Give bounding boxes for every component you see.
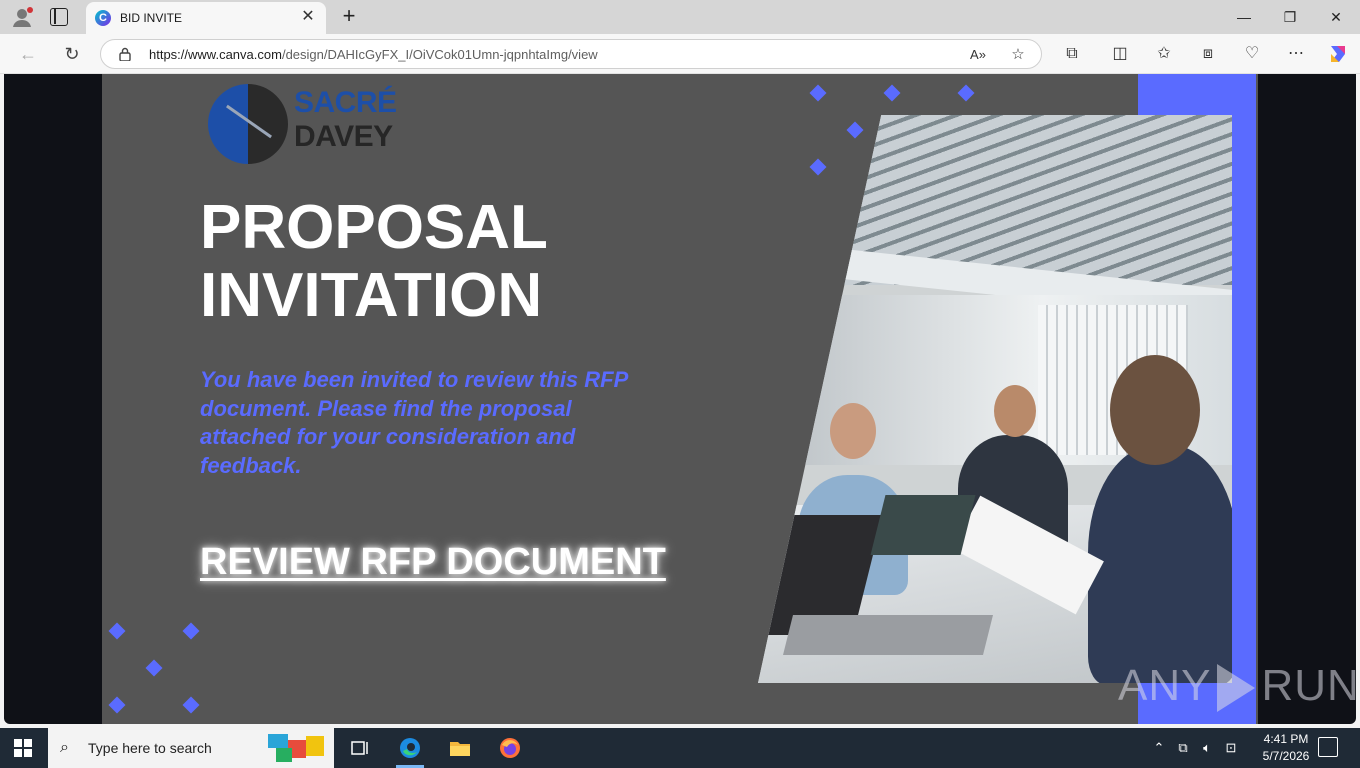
photo-person-right	[1088, 445, 1232, 683]
refresh-icon[interactable]: ↻	[60, 42, 84, 66]
close-tab-button[interactable]: ✕	[300, 8, 316, 26]
clock-time: 4:41 PM	[1263, 732, 1309, 746]
notification-icon[interactable]	[1318, 737, 1338, 757]
canva-slide: SACRÉ DAVEY PROPOSAL INVITATION You have…	[102, 74, 1258, 724]
edge-taskbar-button[interactable]	[386, 728, 434, 768]
file-explorer-button[interactable]	[436, 728, 484, 768]
page-title: PROPOSAL INVITATION	[200, 194, 760, 330]
review-rfp-link[interactable]: REVIEW RFP DOCUMENT	[200, 538, 666, 586]
browser-title-bar: C BID INVITE ✕ + — ❐ ✕	[0, 0, 1360, 34]
edge-icon	[400, 738, 420, 758]
firefox-taskbar-button[interactable]	[486, 728, 534, 768]
decor-diamond	[957, 84, 975, 102]
company-logo: SACRÉ DAVEY	[208, 84, 397, 166]
watermark-left: ANY	[1118, 661, 1212, 710]
read-aloud-icon[interactable]: A»	[967, 44, 989, 66]
decor-diamond	[108, 696, 126, 714]
invitation-text: You have been invited to review this RFP…	[200, 367, 628, 478]
system-clock[interactable]: 4:41 PM 5/7/2026	[1254, 731, 1318, 765]
tray-chevron-icon[interactable]: ⌃	[1150, 738, 1168, 758]
tab-title: BID INVITE	[120, 11, 183, 25]
clock-date: 5/7/2026	[1262, 749, 1310, 763]
profile-icon[interactable]	[10, 6, 34, 28]
favorites-icon[interactable]: ✩	[1152, 42, 1176, 66]
favorite-star-icon[interactable]: ☆	[1007, 44, 1029, 66]
canva-favicon-icon: C	[95, 10, 111, 26]
url-path: /design/DAHIcGyFX_I/OiVCok01Umn-jqpnhtaI…	[281, 47, 598, 62]
decor-diamond	[145, 659, 163, 677]
browser-essentials-icon[interactable]: ♡	[1240, 42, 1264, 66]
logo-emblem	[208, 84, 288, 164]
photo-laptop-keyboard	[783, 615, 993, 655]
url-text[interactable]: https://www.canva.com/design/DAHIcGyFX_I…	[149, 47, 598, 62]
split-screen-icon[interactable]: ◫	[1108, 42, 1132, 66]
search-placeholder: Type here to search	[88, 740, 212, 756]
photo-laptop-back	[870, 495, 976, 555]
windows-taskbar: ⌕ Type here to search ⌃ ⧉ 🔈︎ ⊡ 4:41 PM 5…	[0, 728, 1360, 768]
copilot-icon[interactable]	[1326, 42, 1350, 66]
folder-icon	[450, 742, 470, 756]
decor-diamond	[846, 121, 864, 139]
photo-person-right-head	[1110, 355, 1200, 465]
photo-person-middle-head	[994, 385, 1036, 437]
decor-diamond	[883, 84, 901, 102]
close-window-button[interactable]: ✕	[1324, 6, 1348, 28]
task-view-icon	[351, 741, 368, 755]
more-menu-icon[interactable]: ⋯	[1284, 42, 1308, 66]
minimize-button[interactable]: —	[1232, 6, 1256, 28]
tab-actions-icon[interactable]	[50, 8, 68, 26]
watermark-right: RUN	[1261, 661, 1356, 710]
windows-start-icon[interactable]	[14, 739, 32, 757]
url-host: https://www.canva.com	[149, 47, 282, 62]
title-line2: INVITATION	[200, 261, 543, 330]
decor-diamond	[108, 622, 126, 640]
network-drive-icon[interactable]: ⧉	[1174, 738, 1192, 758]
photo-person-left-head	[830, 403, 876, 459]
firefox-icon	[500, 738, 520, 758]
browser-toolbar: ← ↻ https://www.canva.com/design/DAHIcGy…	[0, 34, 1360, 74]
play-logo-icon	[1217, 664, 1256, 713]
photo-ceiling	[758, 115, 1232, 285]
address-bar[interactable]: https://www.canva.com/design/DAHIcGyFX_I…	[100, 39, 1042, 69]
back-arrow-icon[interactable]: ←	[16, 42, 40, 66]
extensions-icon[interactable]: ⧉	[1060, 42, 1084, 66]
network-icon[interactable]: ⊡	[1222, 738, 1240, 758]
anyrun-watermark: ANY RUN	[1118, 656, 1356, 716]
restore-button[interactable]: ❐	[1278, 6, 1302, 28]
task-view-button[interactable]	[336, 728, 384, 768]
tab-bid-invite[interactable]: C BID INVITE ✕	[86, 2, 326, 34]
logo-line1: SACRÉ	[294, 86, 397, 119]
decor-diamond	[809, 84, 827, 102]
search-icon: ⌕	[60, 739, 69, 756]
search-highlight-art-icon	[268, 734, 324, 762]
title-line1: PROPOSAL	[200, 193, 548, 262]
page-viewport: SACRÉ DAVEY PROPOSAL INVITATION You have…	[4, 74, 1356, 724]
decor-diamond	[809, 158, 827, 176]
logo-line2: DAVEY	[294, 120, 393, 153]
volume-icon[interactable]: 🔈︎	[1198, 738, 1216, 758]
new-tab-button[interactable]: +	[338, 4, 360, 28]
collections-icon[interactable]: ⧈	[1196, 42, 1220, 66]
decor-diamond	[182, 622, 200, 640]
lock-icon[interactable]	[119, 47, 131, 61]
taskbar-search[interactable]: ⌕ Type here to search	[48, 728, 334, 768]
decor-diamond	[182, 696, 200, 714]
office-meeting-photo	[758, 115, 1232, 683]
